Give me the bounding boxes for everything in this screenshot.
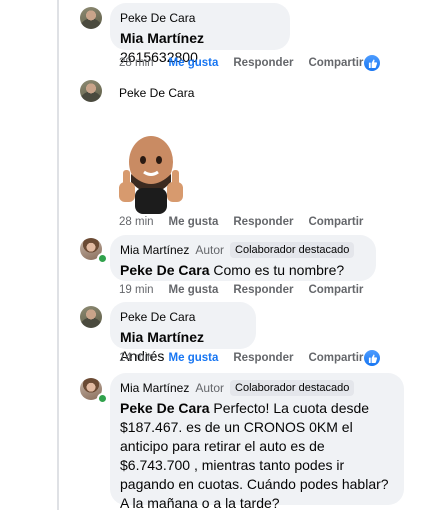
comment-time[interactable]: 19 min [119, 284, 154, 296]
comment-bubble: Peke De Cara Mia Martínez Andrés [110, 302, 256, 364]
mention-link[interactable]: Mia Martínez [120, 329, 204, 345]
comment-time[interactable]: 14 min [119, 352, 154, 364]
share-button[interactable]: Compartir [308, 352, 363, 364]
online-status-indicator [97, 253, 108, 264]
mention-link[interactable]: Peke De Cara [120, 400, 210, 416]
comment-author[interactable]: Peke De Cara [120, 10, 280, 26]
like-button[interactable]: Me gusta [169, 284, 219, 296]
comment-bubble: Mia Martínez Autor Colaborador destacado… [110, 235, 376, 281]
sticker-thumbs-up-man [119, 136, 183, 214]
share-button[interactable]: Compartir [308, 216, 363, 228]
comment-bubble: Peke De Cara Mia Martínez 2615632800 [110, 3, 290, 65]
reply-button[interactable]: Responder [233, 216, 293, 228]
like-reaction-icon[interactable] [364, 350, 380, 366]
reply-button[interactable]: Responder [233, 57, 293, 69]
status-badge: Colaborador destacado [230, 242, 355, 258]
share-button[interactable]: Compartir [308, 57, 363, 69]
online-status-indicator [97, 393, 108, 404]
comment-text: Perfecto! La cuota desde $187.467. es de… [120, 400, 389, 511]
thread-line [57, 0, 59, 510]
status-badge: Colaborador destacado [230, 380, 355, 396]
comment-actions: 14 min Me gusta Responder Compartir [119, 352, 378, 364]
author-tag: Autor [195, 381, 225, 395]
comment-author[interactable]: Mia Martínez [120, 242, 189, 258]
mention-link[interactable]: Peke De Cara [120, 262, 210, 278]
author-tag: Autor [195, 243, 225, 257]
comment-author[interactable]: Peke De Cara [120, 309, 246, 325]
like-button[interactable]: Me gusta [169, 352, 219, 364]
comment-actions: 28 min Me gusta Responder Compartir [119, 57, 378, 69]
comment-bubble: Mia Martínez Autor Colaborador destacado… [110, 373, 404, 511]
mention-link[interactable]: Mia Martínez [120, 30, 204, 46]
comment-actions: 28 min Me gusta Responder Compartir [119, 216, 378, 228]
comment-time[interactable]: 28 min [119, 57, 154, 69]
like-button[interactable]: Me gusta [169, 57, 219, 69]
share-button[interactable]: Compartir [308, 284, 363, 296]
comment-actions: 19 min Me gusta Responder Compartir [119, 284, 378, 296]
reply-button[interactable]: Responder [233, 352, 293, 364]
avatar[interactable] [80, 80, 102, 102]
comment-text: Como es tu nombre? [209, 262, 345, 278]
avatar[interactable] [80, 7, 102, 29]
comment-author[interactable]: Mia Martínez [120, 380, 189, 396]
comment-time[interactable]: 28 min [119, 216, 154, 228]
like-reaction-icon[interactable] [364, 55, 380, 71]
reply-button[interactable]: Responder [233, 284, 293, 296]
comment-author[interactable]: Peke De Cara [119, 86, 194, 100]
avatar[interactable] [80, 306, 102, 328]
like-button[interactable]: Me gusta [169, 216, 219, 228]
